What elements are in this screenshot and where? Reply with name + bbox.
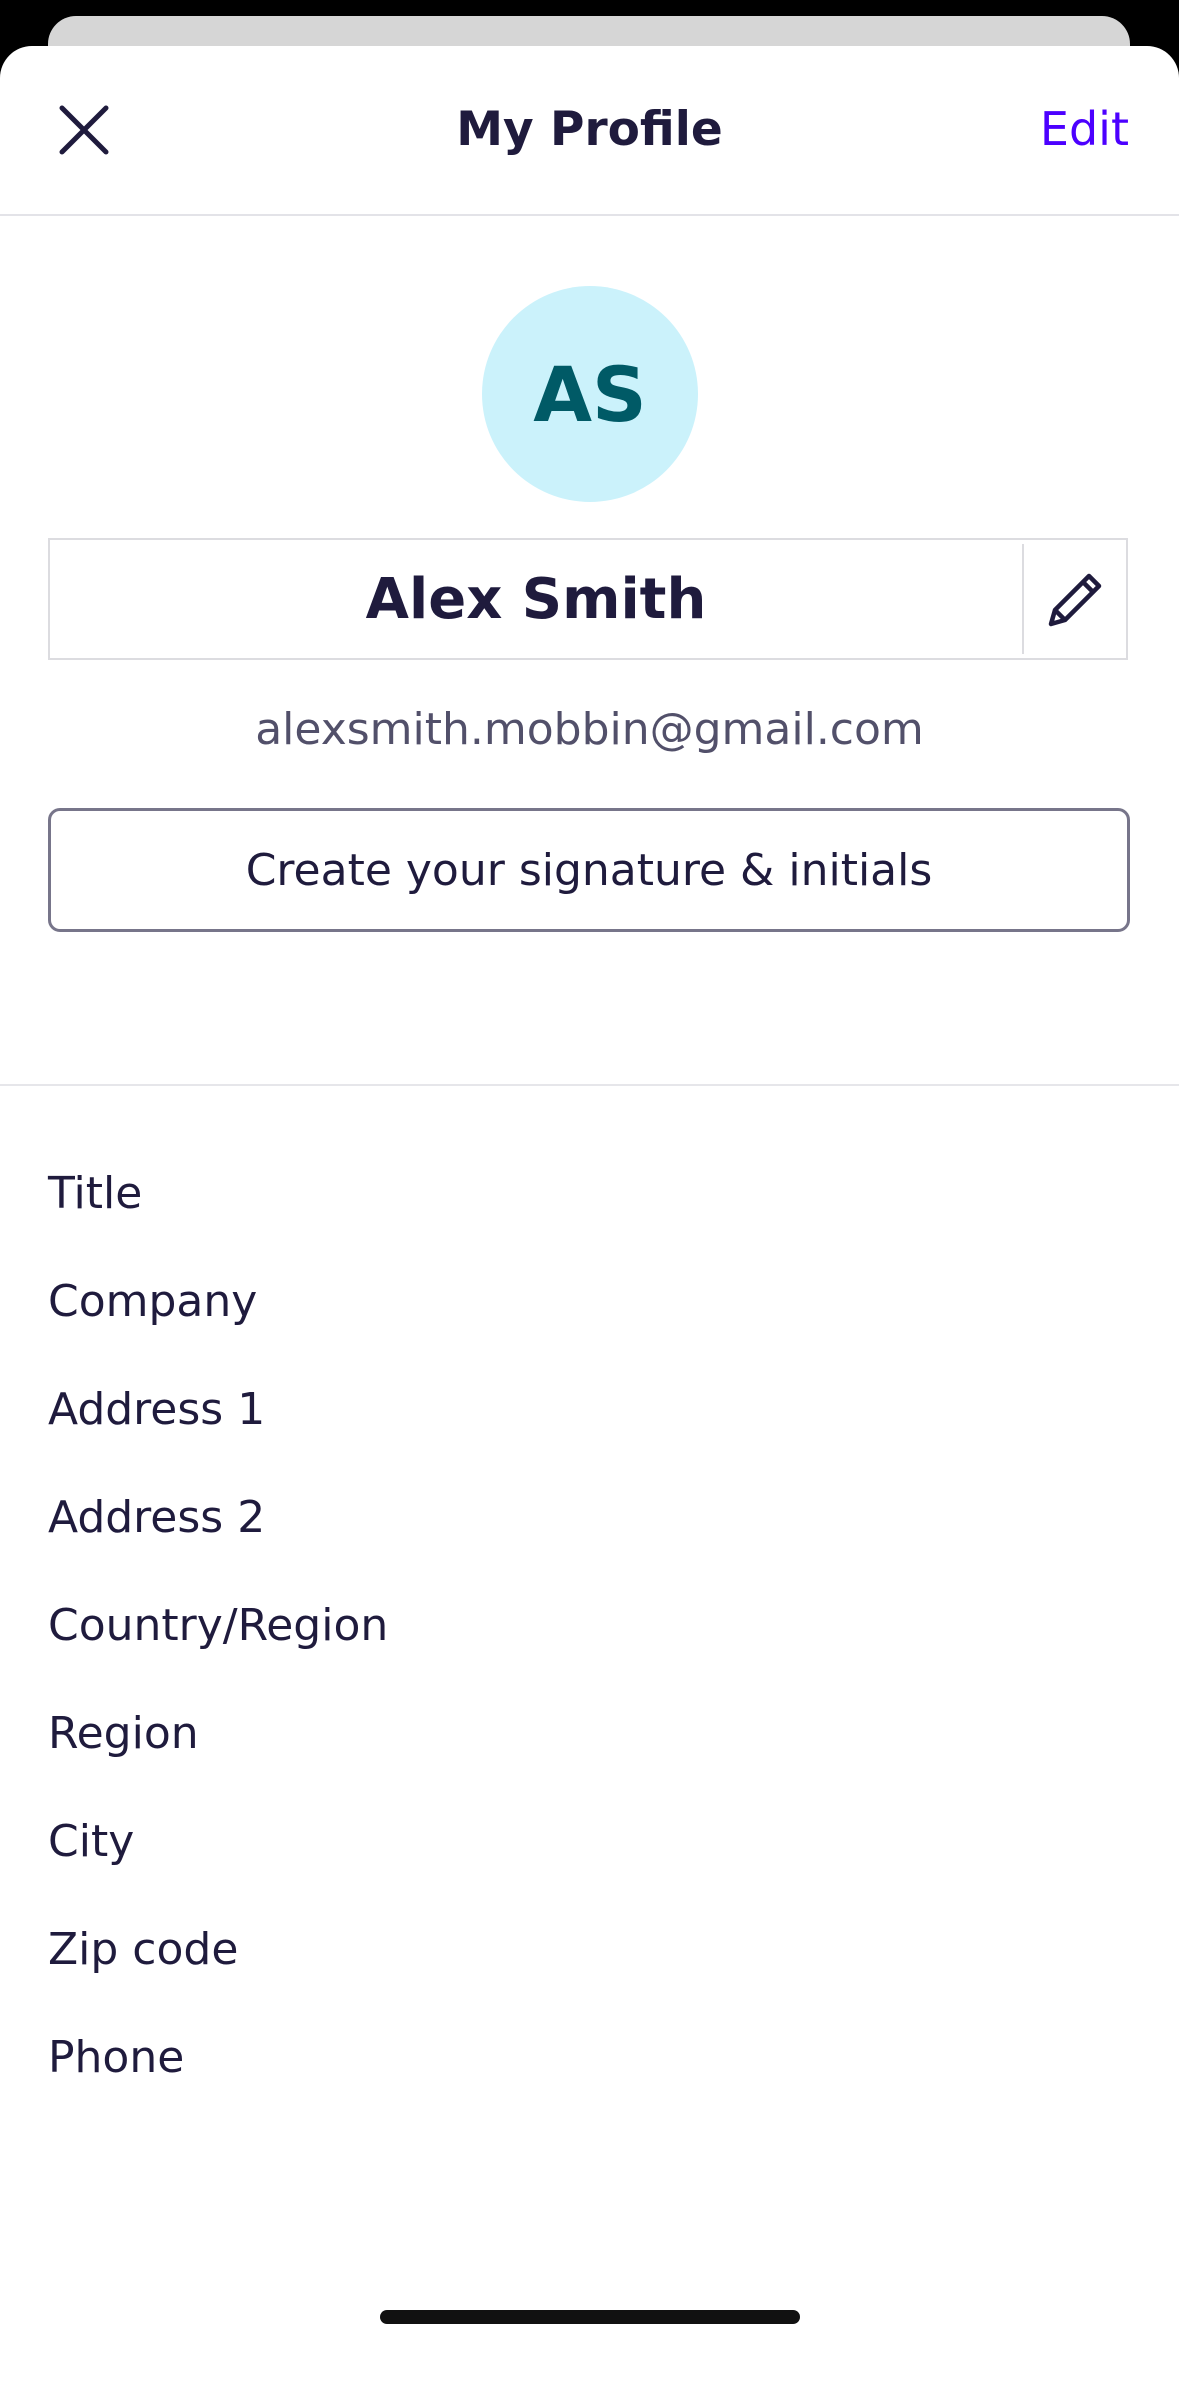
section-divider xyxy=(0,1084,1179,1086)
field-address-2[interactable]: Address 2 xyxy=(48,1496,1130,1604)
field-company[interactable]: Company xyxy=(48,1280,1130,1388)
edit-name-button[interactable] xyxy=(1024,540,1128,658)
field-zip-code[interactable]: Zip code xyxy=(48,1928,1130,2036)
avatar-initials: AS xyxy=(533,349,647,439)
profile-sheet: My Profile Edit AS Alex Smith alexsmith.… xyxy=(0,46,1179,2396)
field-phone[interactable]: Phone xyxy=(48,2036,1130,2144)
profile-email: alexsmith.mobbin@gmail.com xyxy=(255,704,924,755)
header-bar: My Profile Edit xyxy=(0,46,1179,216)
field-title[interactable]: Title xyxy=(48,1172,1130,1280)
name-field: Alex Smith xyxy=(48,538,1128,660)
field-address-1[interactable]: Address 1 xyxy=(48,1388,1130,1496)
profile-name: Alex Smith xyxy=(365,566,707,632)
create-signature-button[interactable]: Create your signature & initials xyxy=(48,808,1130,932)
field-country-region[interactable]: Country/Region xyxy=(48,1604,1130,1712)
field-region[interactable]: Region xyxy=(48,1712,1130,1820)
field-city[interactable]: City xyxy=(48,1820,1130,1928)
home-indicator xyxy=(380,2310,800,2324)
profile-fields-list: Title Company Address 1 Address 2 Countr… xyxy=(48,1172,1130,2144)
page-title: My Profile xyxy=(456,102,723,157)
edit-button[interactable]: Edit xyxy=(1040,102,1129,157)
avatar: AS xyxy=(482,286,698,502)
pencil-icon xyxy=(1048,573,1102,627)
